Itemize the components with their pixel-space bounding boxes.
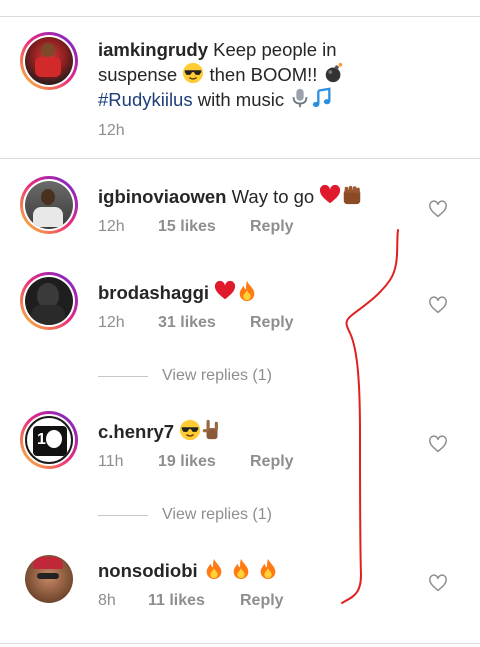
caption-divider bbox=[0, 158, 480, 159]
comment-time: 11h bbox=[98, 453, 124, 470]
reply-button[interactable]: Reply bbox=[250, 314, 294, 332]
sunglasses-emoji-icon bbox=[182, 62, 204, 84]
sunglasses-emoji-icon bbox=[179, 419, 201, 441]
comment-text: c.henry7 bbox=[98, 419, 410, 444]
top-divider bbox=[0, 16, 480, 17]
comment-text: igbinoviaowen Way to go bbox=[98, 184, 410, 209]
red-heart-emoji-icon bbox=[319, 184, 341, 206]
comment-meta: 12h 15 likes Reply bbox=[98, 218, 294, 236]
caption-text: iamkingrudy Keep people in suspense then… bbox=[98, 38, 390, 112]
caption-time: 12h bbox=[98, 122, 125, 139]
view-replies-line bbox=[98, 514, 148, 516]
bomb-emoji-icon bbox=[323, 62, 345, 84]
comment-username[interactable]: c.henry7 bbox=[98, 421, 174, 442]
avatar-nonsodiobi[interactable] bbox=[20, 550, 78, 608]
rock-hand-emoji-icon bbox=[201, 419, 223, 441]
avatar-chenry7[interactable]: 1 bbox=[20, 411, 78, 469]
comment-likes[interactable]: 31 likes bbox=[158, 314, 250, 332]
reply-button[interactable]: Reply bbox=[250, 218, 294, 236]
comment-meta: 8h 11 likes Reply bbox=[98, 592, 284, 610]
comment-text: nonsodiobi bbox=[98, 558, 410, 583]
comment-meta: 11h 19 likes Reply bbox=[98, 453, 294, 471]
like-heart-icon[interactable] bbox=[428, 435, 448, 453]
comment-username[interactable]: brodashaggi bbox=[98, 282, 209, 303]
fire-emoji-icon bbox=[203, 558, 225, 580]
post-caption: iamkingrudy Keep people in suspense then… bbox=[0, 24, 480, 154]
comment-time: 8h bbox=[98, 592, 116, 609]
red-heart-emoji-icon bbox=[214, 280, 236, 302]
fire-emoji-icon bbox=[230, 558, 252, 580]
view-replies-line bbox=[98, 375, 148, 377]
music-note-emoji-icon bbox=[311, 87, 333, 109]
reply-button[interactable]: Reply bbox=[240, 592, 284, 610]
caption-meta: 12h bbox=[98, 122, 158, 140]
fire-emoji-icon bbox=[236, 280, 258, 302]
comment-text: brodashaggi bbox=[98, 280, 410, 305]
view-replies-label[interactable]: View replies (1) bbox=[162, 506, 272, 524]
comment-likes[interactable]: 11 likes bbox=[148, 592, 240, 610]
caption-text-part2: then BOOM!! bbox=[204, 64, 323, 85]
avatar-iamkingrudy[interactable] bbox=[20, 32, 78, 90]
caption-text-part3: with music bbox=[192, 89, 290, 110]
comment-time: 12h bbox=[98, 314, 125, 331]
avatar-brodashaggi[interactable] bbox=[20, 272, 78, 330]
comment-username[interactable]: nonsodiobi bbox=[98, 560, 198, 581]
like-heart-icon[interactable] bbox=[428, 296, 448, 314]
comment-time: 12h bbox=[98, 218, 125, 235]
caption-username[interactable]: iamkingrudy bbox=[98, 39, 208, 60]
reply-button[interactable]: Reply bbox=[250, 453, 294, 471]
comment-likes[interactable]: 19 likes bbox=[158, 453, 250, 471]
like-heart-icon[interactable] bbox=[428, 574, 448, 592]
comment-body: Way to go bbox=[226, 186, 320, 207]
raised-fist-emoji-icon bbox=[341, 184, 363, 206]
avatar-igbinoviaowen[interactable] bbox=[20, 176, 78, 234]
comment-meta: 12h 31 likes Reply bbox=[98, 314, 294, 332]
view-replies-button[interactable]: View replies (1) bbox=[98, 503, 272, 527]
microphone-emoji-icon bbox=[289, 87, 311, 109]
view-replies-label[interactable]: View replies (1) bbox=[162, 367, 272, 385]
comment-username[interactable]: igbinoviaowen bbox=[98, 186, 226, 207]
fire-emoji-icon bbox=[257, 558, 279, 580]
view-replies-button[interactable]: View replies (1) bbox=[98, 364, 272, 388]
caption-hashtag[interactable]: #Rudykiilus bbox=[98, 89, 193, 110]
bottom-divider bbox=[0, 643, 480, 644]
like-heart-icon[interactable] bbox=[428, 200, 448, 218]
comment-likes[interactable]: 15 likes bbox=[158, 218, 250, 236]
